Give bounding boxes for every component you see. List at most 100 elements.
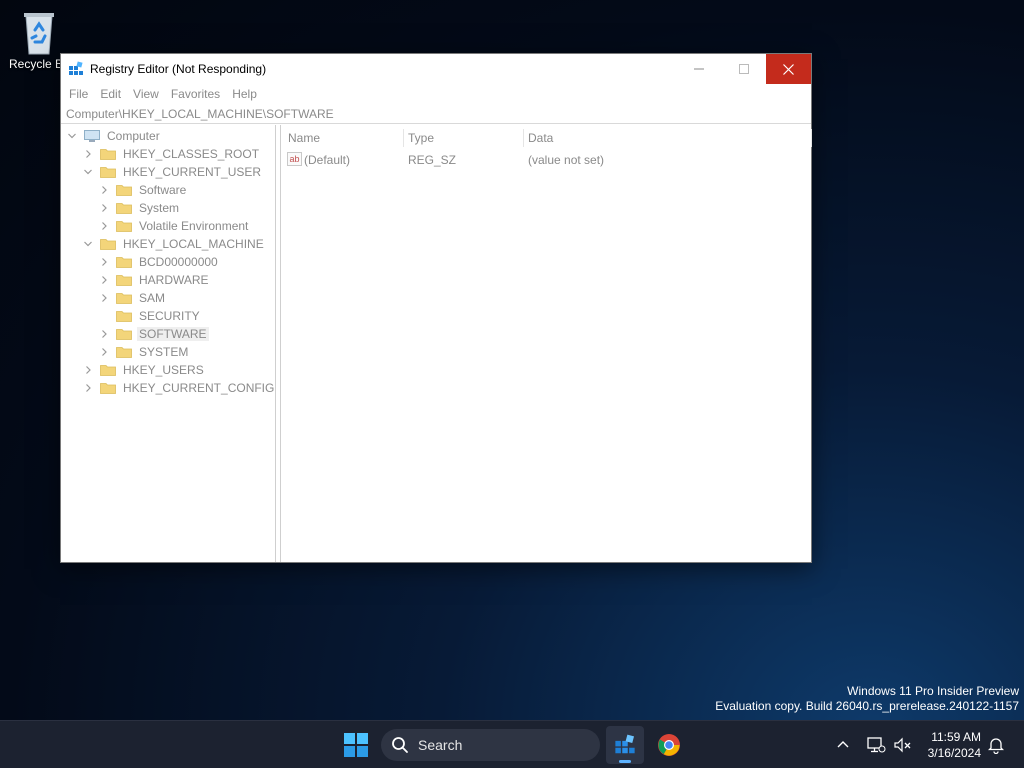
column-separator[interactable] <box>403 129 404 147</box>
evaluation-watermark: Windows 11 Pro Insider Preview Evaluatio… <box>715 684 1019 714</box>
folder-icon <box>100 148 116 160</box>
tree-node[interactable]: SECURITY <box>98 307 202 325</box>
folder-icon <box>116 310 132 322</box>
folder-icon <box>116 292 132 304</box>
chevron-right-icon[interactable] <box>98 220 110 232</box>
folder-icon <box>116 220 132 232</box>
network-icon <box>867 737 886 753</box>
folder-icon <box>100 364 116 376</box>
values-list-pane[interactable]: Name Type Data ab (Default) REG_SZ (valu… <box>281 125 812 562</box>
value-type: REG_SZ <box>408 153 457 167</box>
menu-help[interactable]: Help <box>226 87 263 101</box>
registry-editor-icon <box>69 61 83 75</box>
minimize-button[interactable] <box>676 54 721 84</box>
folder-icon <box>100 382 116 394</box>
menu-file[interactable]: File <box>63 87 94 101</box>
tree-node[interactable]: Volatile Environment <box>98 217 250 235</box>
maximize-button[interactable] <box>721 54 766 84</box>
menu-edit[interactable]: Edit <box>94 87 127 101</box>
tree-node-label: HARDWARE <box>139 273 209 287</box>
menu-favorites[interactable]: Favorites <box>165 87 226 101</box>
chevron-right-icon[interactable] <box>82 382 94 394</box>
chevron-down-icon[interactable] <box>82 238 94 250</box>
tree-node[interactable]: SOFTWARE <box>98 325 209 343</box>
column-header-name-label: Name <box>288 131 321 145</box>
title-bar[interactable]: Registry Editor (Not Responding) <box>61 54 811 84</box>
taskbar-search-box[interactable]: Search <box>381 729 600 761</box>
tree-node-label: SOFTWARE <box>137 327 209 341</box>
minimize-icon <box>693 68 704 70</box>
tree-node[interactable]: HKEY_USERS <box>82 361 206 379</box>
tree-node-label: SYSTEM <box>139 345 189 359</box>
tree-node-label: BCD00000000 <box>139 255 218 269</box>
taskbar-chrome[interactable] <box>650 726 688 764</box>
volume-button[interactable] <box>893 721 913 768</box>
tree-node[interactable]: System <box>98 199 181 217</box>
address-bar[interactable]: Computer\HKEY_LOCAL_MACHINE\SOFTWARE <box>61 104 811 124</box>
chevron-down-icon[interactable] <box>66 130 78 142</box>
chevron-right-icon[interactable] <box>98 184 110 196</box>
chevron-right-icon[interactable] <box>98 292 110 304</box>
taskbar-registry-editor[interactable] <box>606 726 644 764</box>
chevron-down-icon[interactable] <box>82 166 94 178</box>
tree-node[interactable]: BCD00000000 <box>98 253 220 271</box>
column-separator[interactable] <box>523 129 524 147</box>
close-button[interactable] <box>766 54 811 84</box>
registry-editor-window[interactable]: Registry Editor (Not Responding) File Ed… <box>60 53 812 563</box>
tree-node-label: HKEY_CURRENT_CONFIG <box>123 381 275 395</box>
folder-icon <box>116 274 132 286</box>
key-tree-pane[interactable]: Computer HKEY_CLASSES_ROOT HKEY_CURRENT_US… <box>61 125 276 562</box>
tree-node[interactable]: HKEY_LOCAL_MACHINE <box>82 235 266 253</box>
chevron-right-icon[interactable] <box>98 202 110 214</box>
chevron-right-icon[interactable] <box>82 364 94 376</box>
show-hidden-icons-button[interactable] <box>836 721 850 768</box>
search-icon <box>392 737 408 753</box>
tree-node[interactable]: HKEY_CURRENT_CONFIG <box>82 379 275 397</box>
folder-icon <box>100 238 116 250</box>
tree-node-label: SAM <box>139 291 166 305</box>
tree-node[interactable]: HARDWARE <box>98 271 211 289</box>
tree-node[interactable]: SAM <box>98 289 167 307</box>
tree-node[interactable]: Computer <box>66 127 162 145</box>
watermark-line-2: Evaluation copy. Build 26040.rs_prerelea… <box>715 699 1019 713</box>
watermark-line-1: Windows 11 Pro Insider Preview <box>847 684 1019 698</box>
folder-icon <box>116 346 132 358</box>
column-header-name[interactable]: Name <box>288 125 403 151</box>
chevron-right-icon[interactable] <box>98 328 110 340</box>
network-status-button[interactable] <box>866 721 886 768</box>
string-value-icon: ab <box>287 152 302 166</box>
bell-icon <box>988 738 1004 754</box>
tree-node-label: HKEY_CURRENT_USER <box>123 165 262 179</box>
column-header-data[interactable]: Data <box>528 125 728 151</box>
menu-view[interactable]: View <box>127 87 165 101</box>
folder-icon <box>116 328 132 340</box>
expander-placeholder <box>98 310 110 322</box>
chevron-up-icon <box>837 741 849 748</box>
tree-node-label: HKEY_LOCAL_MACHINE <box>123 237 264 251</box>
tree-node-label: SECURITY <box>139 309 200 323</box>
chevron-right-icon[interactable] <box>98 346 110 358</box>
column-header-data-label: Data <box>528 131 554 145</box>
menu-bar: File Edit View Favorites Help <box>61 84 811 104</box>
chevron-right-icon[interactable] <box>82 148 94 160</box>
window-title: Registry Editor (Not Responding) <box>90 62 267 76</box>
chevron-right-icon[interactable] <box>98 274 110 286</box>
address-path[interactable]: Computer\HKEY_LOCAL_MACHINE\SOFTWARE <box>66 107 334 121</box>
value-data: (value not set) <box>528 153 605 167</box>
folder-icon <box>100 166 116 178</box>
clock[interactable]: 11:59 AM 3/16/2024 <box>928 729 981 761</box>
tree-node[interactable]: HKEY_CLASSES_ROOT <box>82 145 261 163</box>
clock-time: 11:59 AM <box>931 730 981 744</box>
column-separator[interactable] <box>811 129 812 147</box>
value-row[interactable]: ab (Default) REG_SZ (value not set) <box>281 151 811 169</box>
tree-node-label: HKEY_USERS <box>123 363 204 377</box>
folder-icon <box>116 202 132 214</box>
column-header-type[interactable]: Type <box>408 125 523 151</box>
tree-node[interactable]: HKEY_CURRENT_USER <box>82 163 263 181</box>
tree-node[interactable]: Software <box>98 181 188 199</box>
tree-node[interactable]: SYSTEM <box>98 343 190 361</box>
notifications-button[interactable] <box>988 721 1004 768</box>
start-button[interactable] <box>344 733 368 757</box>
tree-node-label: Software <box>139 183 187 197</box>
chevron-right-icon[interactable] <box>98 256 110 268</box>
